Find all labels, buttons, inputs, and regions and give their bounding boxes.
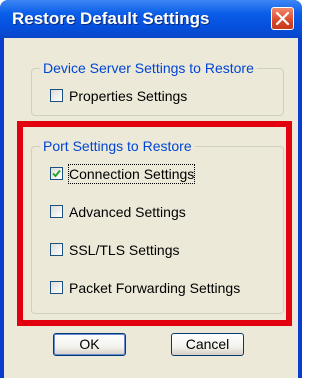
properties-settings-checkbox[interactable] [50, 89, 63, 102]
annotation-highlight-box [17, 121, 292, 326]
close-icon [276, 12, 289, 25]
title-bar[interactable]: Restore Default Settings [0, 0, 302, 38]
cancel-button[interactable]: Cancel [171, 333, 244, 356]
ok-button[interactable]: OK [53, 333, 126, 356]
device-settings-group-label: Device Server Settings to Restore [40, 60, 257, 76]
properties-settings-label: Properties Settings [69, 88, 188, 104]
window-title: Restore Default Settings [12, 9, 210, 28]
close-button[interactable] [271, 7, 294, 30]
